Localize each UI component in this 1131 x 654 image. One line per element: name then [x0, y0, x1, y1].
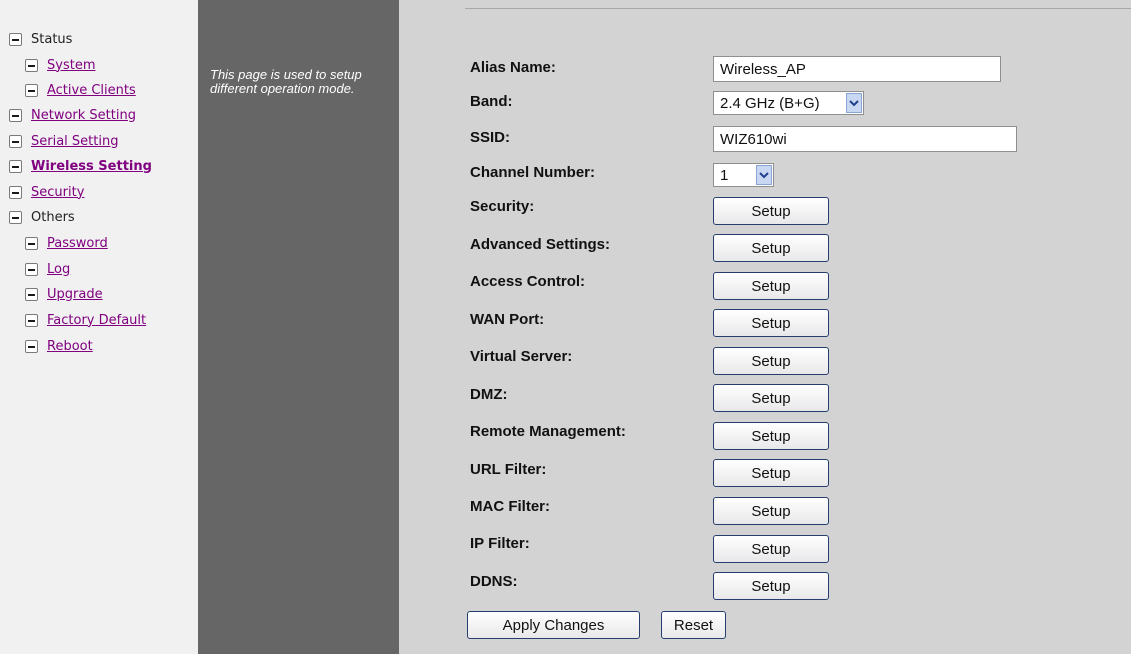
collapse-minus-icon — [25, 287, 38, 301]
sidebar-link-reboot[interactable]: Reboot — [47, 339, 93, 354]
sidebar-link-active-clients[interactable]: Active Clients — [47, 83, 136, 98]
band-label: Band: — [470, 93, 513, 110]
sidebar-item-upgrade[interactable]: Upgrade — [25, 285, 103, 303]
sidebar-item-system[interactable]: System — [25, 56, 95, 74]
sidebar-item-factory-default[interactable]: Factory Default — [25, 311, 146, 329]
sidebar-link-upgrade[interactable]: Upgrade — [47, 287, 103, 302]
collapse-minus-icon — [9, 159, 22, 173]
sidebar-link-wireless-setting[interactable]: Wireless Setting — [31, 159, 152, 174]
collapse-minus-icon — [25, 58, 38, 72]
help-panel: This page is used to setup different ope… — [198, 0, 399, 654]
sidebar-item-active-clients[interactable]: Active Clients — [25, 81, 136, 99]
sidebar-item-network-setting[interactable]: Network Setting — [9, 106, 136, 124]
ddns-label: DDNS: — [470, 573, 518, 590]
sidebar-item-log[interactable]: Log — [25, 260, 70, 278]
channel-selected-value: 1 — [720, 166, 729, 184]
reset-button[interactable]: Reset — [661, 611, 726, 639]
apply-changes-button[interactable]: Apply Changes — [467, 611, 640, 639]
divider — [465, 8, 1131, 9]
help-text: This page is used to setup different ope… — [210, 67, 362, 96]
collapse-minus-icon — [25, 83, 38, 97]
mac-filter-label: MAC Filter: — [470, 498, 550, 515]
ip-filter-setup-button[interactable]: Setup — [713, 535, 829, 563]
collapse-minus-icon — [9, 134, 22, 148]
collapse-minus-icon — [25, 262, 38, 276]
sidebar-link-serial-setting[interactable]: Serial Setting — [31, 134, 118, 149]
collapse-minus-icon[interactable] — [9, 210, 22, 224]
band-select[interactable]: 2.4 GHz (B+G) — [713, 91, 864, 115]
chevron-down-icon[interactable] — [846, 93, 862, 113]
collapse-minus-icon — [25, 313, 38, 327]
sidebar-link-password[interactable]: Password — [47, 236, 108, 251]
sidebar-item-reboot[interactable]: Reboot — [25, 337, 93, 355]
virtual-server-label: Virtual Server: — [470, 348, 573, 365]
access-control-label: Access Control: — [470, 273, 586, 290]
sidebar-item-password[interactable]: Password — [25, 234, 108, 252]
ssid-input[interactable] — [713, 126, 1017, 152]
collapse-minus-icon[interactable] — [9, 32, 22, 46]
sidebar-item-status[interactable]: Status — [9, 30, 72, 48]
sidebar-link-security[interactable]: Security — [31, 185, 84, 200]
security-label: Security: — [470, 198, 535, 215]
virtual-server-setup-button[interactable]: Setup — [713, 347, 829, 375]
sidebar-item-label: Status — [31, 31, 73, 47]
alias-name-label: Alias Name: — [470, 59, 556, 76]
sidebar-link-network-setting[interactable]: Network Setting — [31, 108, 136, 123]
sidebar-item-serial-setting[interactable]: Serial Setting — [9, 132, 118, 150]
channel-number-label: Channel Number: — [470, 164, 596, 181]
wan-port-label: WAN Port: — [470, 311, 545, 328]
sidebar-link-factory-default[interactable]: Factory Default — [47, 313, 146, 328]
sidebar-item-security[interactable]: Security — [9, 183, 84, 201]
advanced-settings-label: Advanced Settings: — [470, 236, 611, 253]
ssid-label: SSID: — [470, 129, 511, 146]
collapse-minus-icon — [9, 108, 22, 122]
url-filter-setup-button[interactable]: Setup — [713, 459, 829, 487]
dmz-label: DMZ: — [470, 386, 508, 403]
ddns-setup-button[interactable]: Setup — [713, 572, 829, 600]
sidebar-link-log[interactable]: Log — [47, 262, 70, 277]
security-setup-button[interactable]: Setup — [713, 197, 829, 225]
collapse-minus-icon — [25, 339, 38, 353]
wan-port-setup-button[interactable]: Setup — [713, 309, 829, 337]
sidebar-nav: Status System Active Clients Network Set… — [0, 0, 198, 654]
advanced-settings-setup-button[interactable]: Setup — [713, 234, 829, 262]
sidebar-item-others[interactable]: Others — [9, 208, 75, 226]
access-control-setup-button[interactable]: Setup — [713, 272, 829, 300]
collapse-minus-icon — [25, 236, 38, 250]
sidebar-item-label: Others — [31, 209, 75, 225]
remote-management-setup-button[interactable]: Setup — [713, 422, 829, 450]
alias-name-input[interactable] — [713, 56, 1001, 82]
sidebar-item-wireless-setting[interactable]: Wireless Setting — [9, 157, 152, 175]
band-selected-value: 2.4 GHz (B+G) — [720, 94, 820, 112]
sidebar-link-system[interactable]: System — [47, 58, 95, 73]
wireless-settings-form: Alias Name: Band: 2.4 GHz (B+G) SSID: Ch… — [399, 0, 1131, 654]
ip-filter-label: IP Filter: — [470, 535, 530, 552]
url-filter-label: URL Filter: — [470, 461, 547, 478]
collapse-minus-icon — [9, 185, 22, 199]
remote-management-label: Remote Management: — [470, 423, 626, 440]
dmz-setup-button[interactable]: Setup — [713, 384, 829, 412]
channel-number-select[interactable]: 1 — [713, 163, 774, 187]
mac-filter-setup-button[interactable]: Setup — [713, 497, 829, 525]
chevron-down-icon[interactable] — [756, 165, 772, 185]
